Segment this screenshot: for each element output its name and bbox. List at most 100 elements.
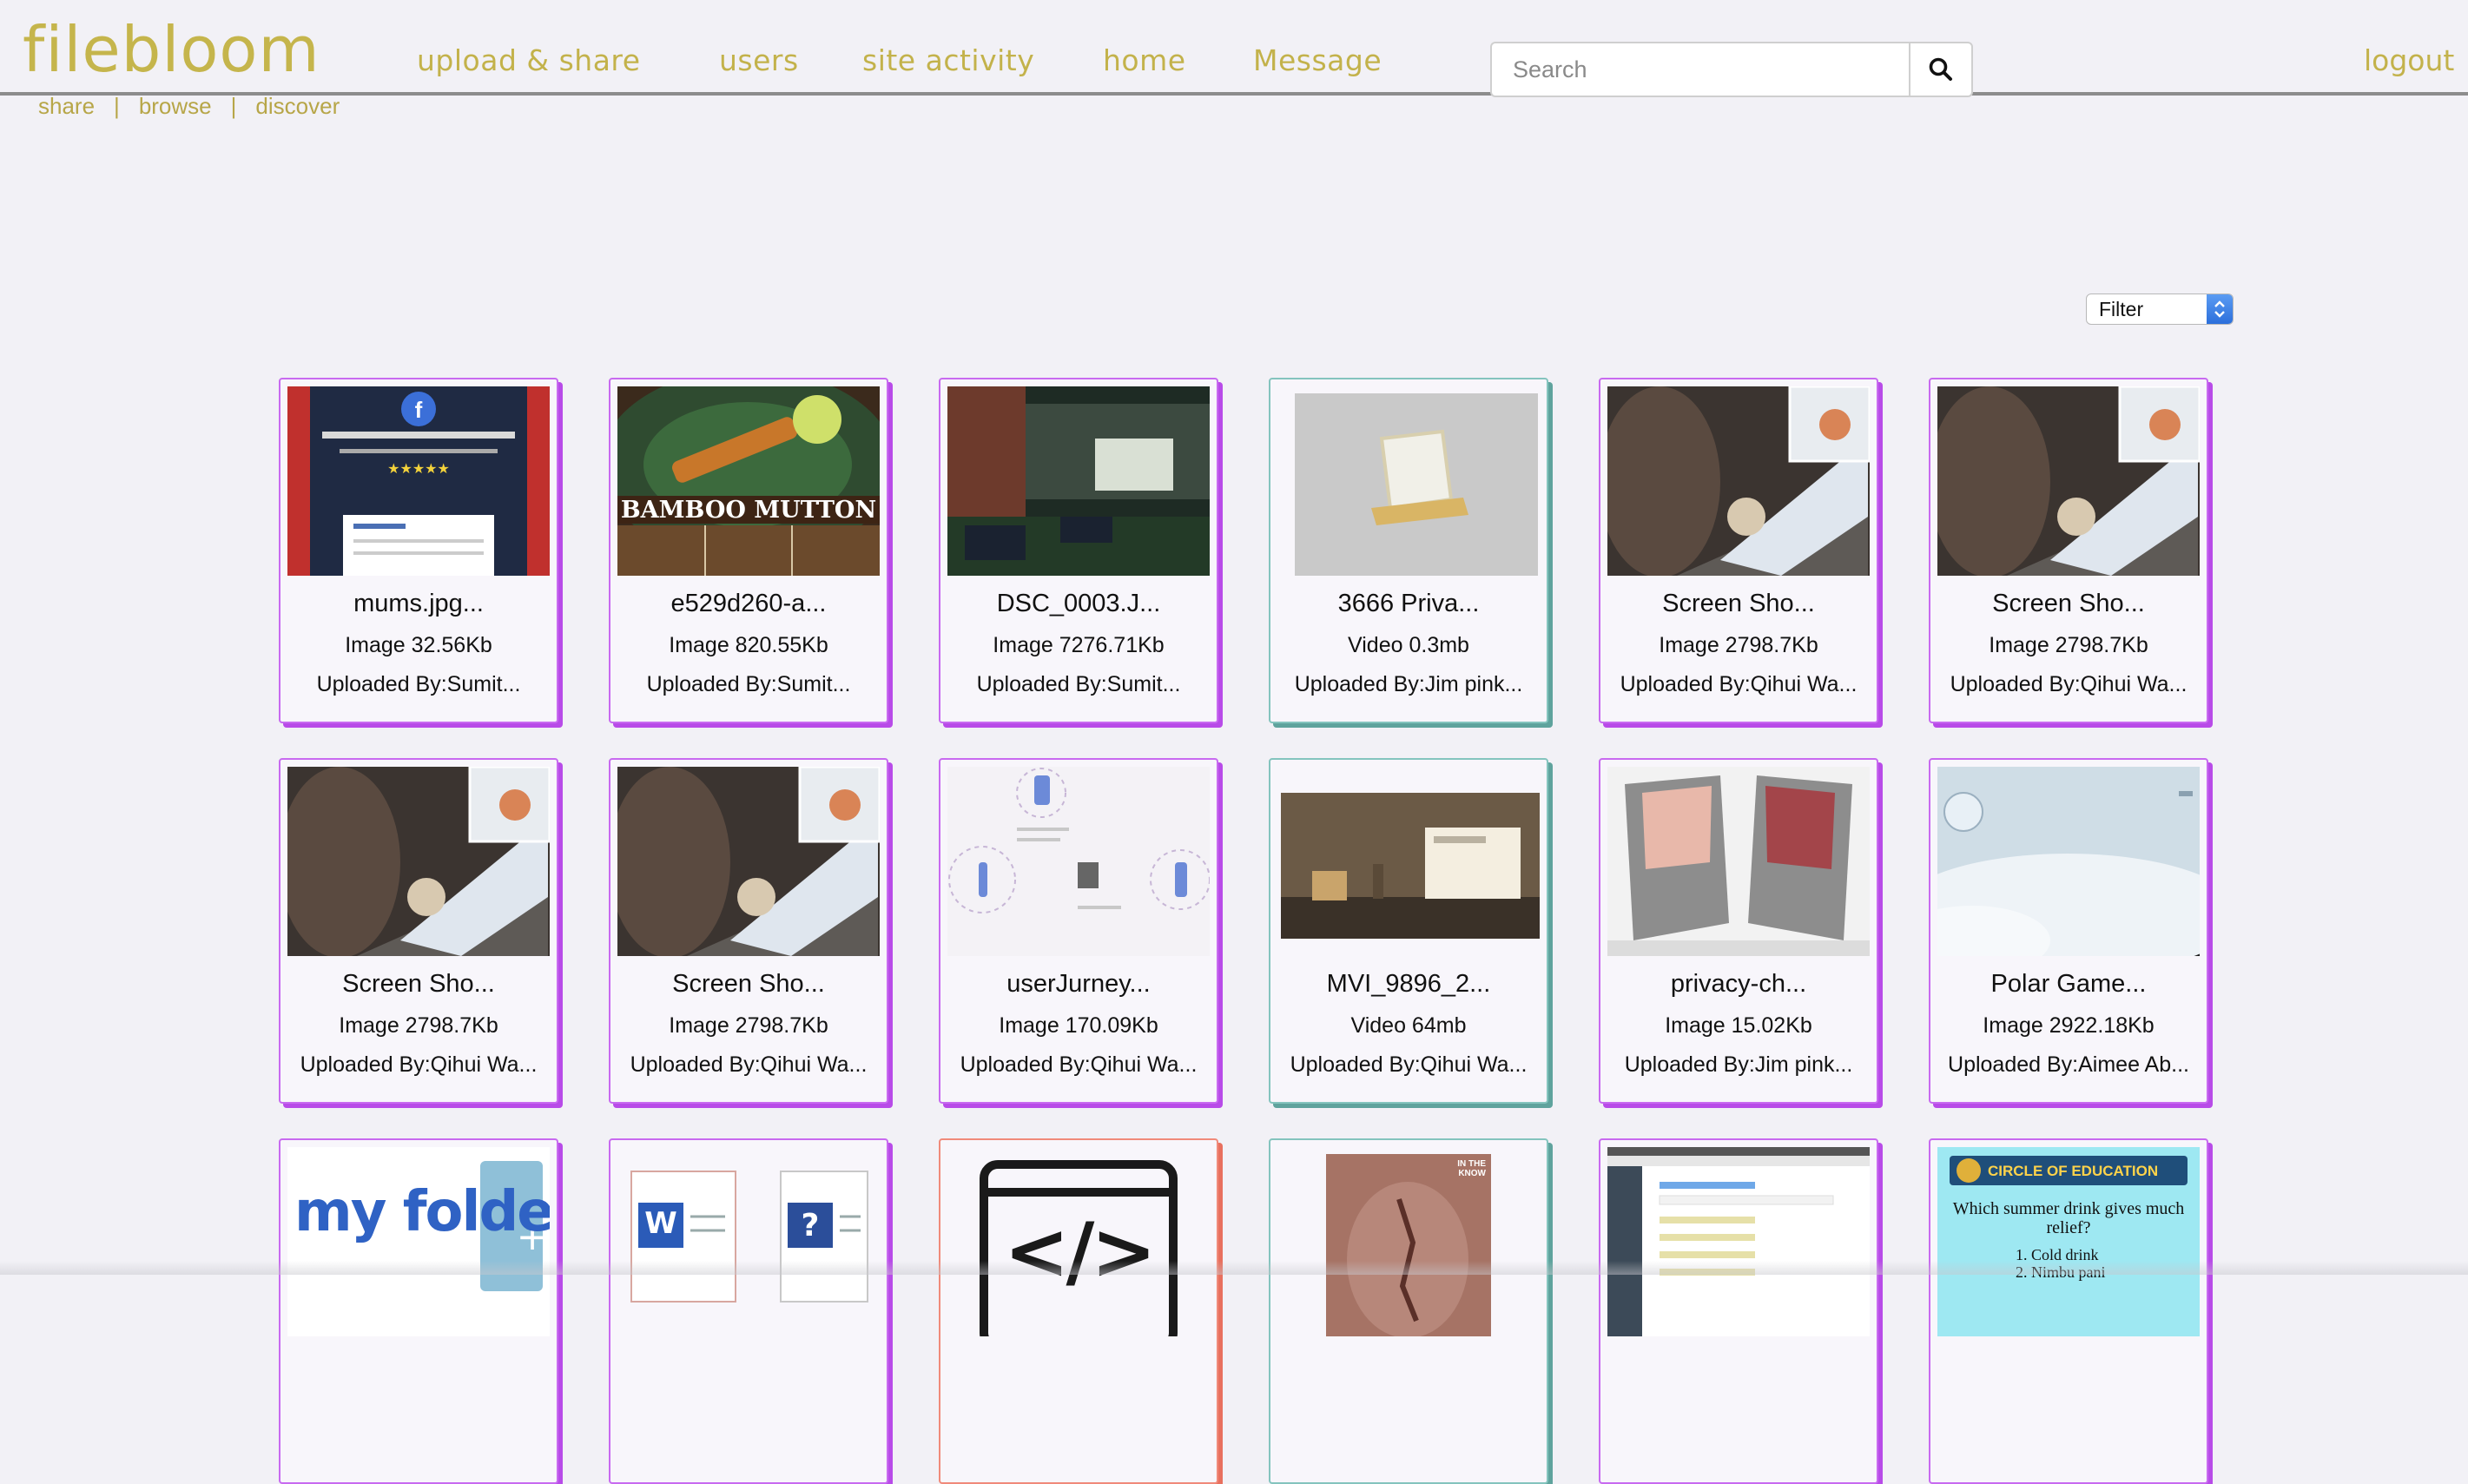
file-type-size: Image 170.09Kb: [999, 1013, 1158, 1038]
file-thumbnail: [947, 386, 1210, 576]
file-name: Polar Game...: [1990, 970, 2147, 998]
file-uploader: Uploaded By:Qihui Wa...: [1950, 672, 2188, 696]
file-card[interactable]: CIRCLE OF EDUCATION Which summer drink g…: [1929, 1138, 2208, 1484]
file-name: Screen Sho...: [1662, 590, 1815, 617]
file-card[interactable]: </>: [939, 1138, 1218, 1484]
tagline-share: share: [38, 93, 96, 119]
file-uploader: Uploaded By:Qihui Wa...: [1620, 672, 1858, 696]
poster-heading: CIRCLE OF EDUCATION: [1988, 1163, 2159, 1179]
file-uploader: Uploaded By:Sumit...: [646, 672, 851, 696]
nav-message[interactable]: Message: [1253, 43, 1382, 77]
file-card[interactable]: Polar Game... Image 2922.18Kb Uploaded B…: [1929, 758, 2208, 1104]
nav-site-activity[interactable]: site activity: [862, 43, 1034, 77]
file-card[interactable]: MVI_9896_2... Video 64mb Uploaded By:Qih…: [1269, 758, 1548, 1104]
file-type-size: Image 2798.7Kb: [339, 1013, 498, 1038]
tagline: share | browse | discover: [38, 92, 340, 120]
file-thumbnail: f ★★★★★: [287, 386, 550, 576]
tagline-discover: discover: [255, 93, 340, 119]
file-card[interactable]: DSC_0003.J... Image 7276.71Kb Uploaded B…: [939, 378, 1218, 723]
thumbnail-caption: my folder: [294, 1180, 550, 1244]
file-thumbnail: [1607, 1147, 1870, 1336]
file-thumbnail: [1607, 386, 1870, 576]
file-type-size: Image 7276.71Kb: [993, 633, 1165, 657]
file-thumbnail: [1277, 386, 1540, 576]
file-card[interactable]: privacy-ch... Image 15.02Kb Uploaded By:…: [1599, 758, 1878, 1104]
file-uploader: Uploaded By:Jim pink...: [1294, 672, 1523, 696]
file-thumbnail: [1277, 767, 1540, 956]
file-name: Screen Sho...: [672, 970, 825, 998]
file-name: mums.jpg...: [353, 590, 484, 617]
file-thumbnail: ? W: [617, 1147, 880, 1336]
file-thumbnail: [1937, 386, 2200, 576]
poster-caption: IN THE KNOW: [1457, 1159, 1486, 1178]
file-uploader: Uploaded By:Qihui Wa...: [300, 1052, 538, 1077]
svg-text:BAMBOO MUTTON: BAMBOO MUTTON: [621, 497, 876, 524]
file-card[interactable]: Screen Sho... Image 2798.7Kb Uploaded By…: [279, 758, 558, 1104]
file-thumbnail: </>: [947, 1147, 1210, 1336]
file-type-size: Image 32.56Kb: [345, 633, 492, 657]
file-type-size: Image 2922.18Kb: [1983, 1013, 2155, 1038]
nav-home[interactable]: home: [1103, 43, 1186, 77]
poster-question: Which summer drink gives much relief?: [1952, 1199, 2185, 1237]
file-thumbnail: [1937, 767, 2200, 956]
file-thumbnail: [287, 767, 550, 956]
file-uploader: Uploaded By:Aimee Ab...: [1948, 1052, 2189, 1077]
file-type-size: Image 15.02Kb: [1665, 1013, 1812, 1038]
svg-text:?: ?: [802, 1208, 820, 1243]
svg-text:f: f: [415, 397, 423, 423]
file-card[interactable]: 3666 Priva... Video 0.3mb Uploaded By:Ji…: [1269, 378, 1548, 723]
file-card[interactable]: f ★★★★★ mums.jpg... Image 32.56Kb Upload…: [279, 378, 558, 723]
file-thumbnail: [617, 767, 880, 956]
tagline-divider: |: [114, 93, 120, 119]
svg-text:★★★★★: ★★★★★: [387, 460, 450, 477]
file-card[interactable]: BAMBOO MUTTON e529d260-a... Image 820.55…: [609, 378, 888, 723]
filebloom-logo[interactable]: filebloom: [23, 16, 320, 83]
tagline-browse: browse: [138, 93, 212, 119]
select-arrows-icon: [2207, 294, 2233, 324]
logout-link[interactable]: logout: [2364, 43, 2454, 77]
search-input[interactable]: [1490, 42, 1909, 97]
file-thumbnail: [947, 767, 1210, 956]
file-name: DSC_0003.J...: [996, 590, 1161, 617]
file-card[interactable]: ? W: [609, 1138, 888, 1484]
filter-select[interactable]: Filter: [2086, 294, 2234, 325]
file-thumbnail: IN THE KNOW: [1277, 1147, 1540, 1336]
top-navigation-bar: filebloom upload & share users site acti…: [0, 0, 2468, 97]
file-uploader: Uploaded By:Qihui Wa...: [960, 1052, 1198, 1077]
file-card[interactable]: Screen Sho... Image 2798.7Kb Uploaded By…: [609, 758, 888, 1104]
file-thumbnail: + my folder: [287, 1147, 550, 1336]
file-type-size: Image 820.55Kb: [669, 633, 828, 657]
file-card[interactable]: Screen Sho... Image 2798.7Kb Uploaded By…: [1929, 378, 2208, 723]
filter-label: Filter: [2099, 297, 2144, 320]
tagline-divider: |: [230, 93, 237, 119]
code-icon: </>: [1004, 1206, 1157, 1297]
file-name: Screen Sho...: [342, 970, 495, 998]
file-type-size: Image 2798.7Kb: [1659, 633, 1818, 657]
file-name: Screen Sho...: [1992, 590, 2145, 617]
file-uploader: Uploaded By:Sumit...: [976, 672, 1181, 696]
file-type-size: Image 2798.7Kb: [669, 1013, 828, 1038]
nav-upload-share[interactable]: upload & share: [417, 43, 641, 77]
file-card[interactable]: userJurney... Image 170.09Kb Uploaded By…: [939, 758, 1218, 1104]
file-card[interactable]: IN THE KNOW: [1269, 1138, 1548, 1484]
file-uploader: Uploaded By:Sumit...: [316, 672, 521, 696]
file-name: 3666 Priva...: [1337, 590, 1480, 617]
search-button[interactable]: [1909, 42, 1973, 97]
file-thumbnail: CIRCLE OF EDUCATION Which summer drink g…: [1937, 1147, 2200, 1336]
file-name: userJurney...: [1006, 970, 1151, 998]
file-card[interactable]: Screen Sho... Image 2798.7Kb Uploaded By…: [1599, 378, 1878, 723]
file-type-size: Video 64mb: [1350, 1013, 1467, 1038]
file-thumbnail: BAMBOO MUTTON: [617, 386, 880, 576]
word-doc-icon: W: [644, 1206, 677, 1241]
file-type-size: Video 0.3mb: [1348, 633, 1469, 657]
scroll-fade: [0, 1261, 2468, 1275]
file-thumbnail: [1607, 767, 1870, 956]
file-name: privacy-ch...: [1670, 970, 1807, 998]
file-type-size: Image 2798.7Kb: [1989, 633, 2148, 657]
file-card[interactable]: [1599, 1138, 1878, 1484]
file-card[interactable]: + my folder: [279, 1138, 558, 1484]
search-icon: [1929, 57, 1952, 81]
file-name: e529d260-a...: [670, 590, 827, 617]
file-name: MVI_9896_2...: [1326, 970, 1491, 998]
nav-users[interactable]: users: [719, 43, 799, 77]
